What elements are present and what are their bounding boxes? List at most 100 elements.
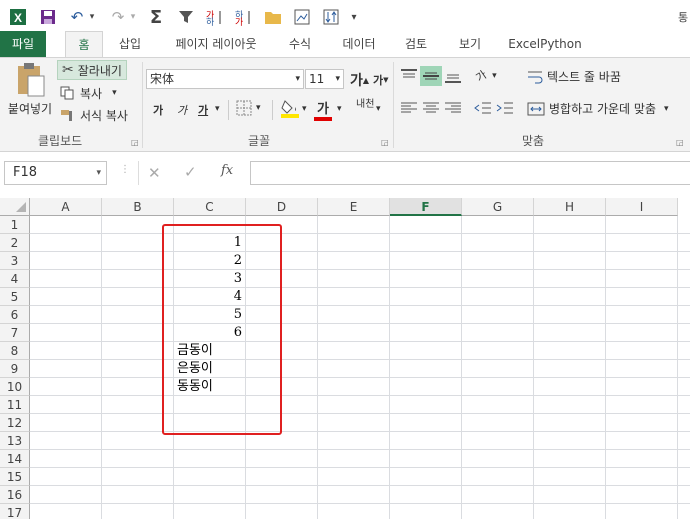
borders-button[interactable]: ▾: [236, 100, 261, 116]
row-header-4[interactable]: 4: [0, 270, 30, 288]
column-header-d[interactable]: D: [246, 198, 318, 216]
customize-qat-icon[interactable]: ▾: [348, 6, 360, 28]
sheet-row[interactable]: [30, 396, 690, 414]
row-header-15[interactable]: 15: [0, 468, 30, 486]
underline-button[interactable]: 가: [198, 102, 208, 118]
sheet-row[interactable]: [30, 432, 690, 450]
align-middle-button[interactable]: [420, 66, 442, 86]
merge-center-button[interactable]: 병합하고 가운데 맞춤 ▾: [527, 100, 669, 117]
column-header-f[interactable]: F: [390, 198, 462, 216]
align-top-button[interactable]: [400, 68, 418, 84]
filter-icon[interactable]: [175, 6, 197, 28]
increase-indent-button[interactable]: [496, 100, 514, 116]
sheet-row[interactable]: [30, 342, 690, 360]
sort-icon[interactable]: [320, 6, 342, 28]
tab-view[interactable]: 보기: [452, 31, 488, 58]
align-right-button[interactable]: [444, 100, 462, 116]
worksheet-grid[interactable]: ABCDEFGHI 1 2 3 4 5 6 7 8 9 10 11 12 13 14 15 16 17 1234…: [0, 198, 690, 519]
redo-icon[interactable]: ↷: [107, 6, 129, 28]
enter-icon[interactable]: ✓: [184, 163, 197, 181]
row-header-9[interactable]: 9: [0, 360, 30, 378]
sheet-row[interactable]: [30, 252, 690, 270]
paste-button[interactable]: 붙여넣기: [6, 62, 54, 126]
sheet-row[interactable]: [30, 378, 690, 396]
fill-dropdown-icon[interactable]: ▾: [302, 104, 307, 114]
undo-dropdown-icon[interactable]: ▾: [87, 6, 97, 28]
tab-insert[interactable]: 삽입: [112, 31, 148, 58]
clipboard-launcher-icon[interactable]: ◲: [131, 138, 139, 147]
save-icon[interactable]: [37, 6, 59, 28]
row-header-6[interactable]: 6: [0, 306, 30, 324]
column-header-g[interactable]: G: [462, 198, 534, 216]
chevron-down-icon[interactable]: ▾: [664, 104, 669, 114]
row-header-10[interactable]: 10: [0, 378, 30, 396]
row-header-2[interactable]: 2: [0, 234, 30, 252]
copy-button[interactable]: 복사 ▾: [60, 84, 117, 102]
sheet-row[interactable]: [30, 306, 690, 324]
column-header-h[interactable]: H: [534, 198, 606, 216]
row-header-8[interactable]: 8: [0, 342, 30, 360]
font-launcher-icon[interactable]: ◲: [381, 138, 389, 147]
name-box[interactable]: F18 ▾: [4, 161, 107, 185]
phonetic-dropdown-icon[interactable]: ▾: [376, 104, 381, 114]
formula-input[interactable]: [250, 161, 690, 185]
sheet-row[interactable]: [30, 234, 690, 252]
cancel-icon[interactable]: ✕: [148, 164, 161, 182]
row-header-12[interactable]: 12: [0, 414, 30, 432]
wrap-text-button[interactable]: 텍스트 줄 바꿈: [527, 68, 621, 85]
row-header-17[interactable]: 17: [0, 504, 30, 519]
column-header-i[interactable]: I: [606, 198, 678, 216]
italic-button[interactable]: 가: [177, 102, 187, 118]
column-header-e[interactable]: E: [318, 198, 390, 216]
redo-dropdown-icon[interactable]: ▾: [128, 6, 138, 28]
copy-dropdown-icon[interactable]: ▾: [112, 88, 117, 98]
tab-excelpython[interactable]: ExcelPython: [504, 31, 586, 58]
column-header-c[interactable]: C: [174, 198, 246, 216]
align-left-button[interactable]: [400, 100, 418, 116]
decrease-indent-button[interactable]: [474, 100, 492, 116]
column-header-a[interactable]: A: [30, 198, 102, 216]
sheet-row[interactable]: [30, 216, 690, 234]
tab-review[interactable]: 검토: [398, 31, 434, 58]
column-header-b[interactable]: B: [102, 198, 174, 216]
row-header-3[interactable]: 3: [0, 252, 30, 270]
font-color-button[interactable]: 가: [314, 98, 332, 121]
autosum-icon[interactable]: Σ: [145, 6, 167, 28]
align-center-button[interactable]: [422, 100, 440, 116]
open-folder-icon[interactable]: [262, 6, 284, 28]
sheet-row[interactable]: [30, 504, 690, 519]
sheet-row[interactable]: [30, 288, 690, 306]
row-header-16[interactable]: 16: [0, 486, 30, 504]
sort-descending-icon[interactable]: 하가: [232, 6, 254, 28]
insert-function-icon[interactable]: fx: [221, 163, 233, 178]
sort-ascending-icon[interactable]: 가하: [203, 6, 225, 28]
align-bottom-button[interactable]: [444, 68, 462, 84]
format-painter-button[interactable]: 서식 복사: [60, 106, 128, 124]
row-header-5[interactable]: 5: [0, 288, 30, 306]
cut-button[interactable]: ✂ 잘라내기: [57, 60, 127, 80]
grow-font-button[interactable]: 가 ▲: [350, 70, 369, 90]
fill-color-button[interactable]: [281, 98, 299, 118]
row-header-1[interactable]: 1: [0, 216, 30, 234]
tab-data[interactable]: 데이터: [336, 31, 382, 58]
orientation-button[interactable]: 가 ▾: [473, 68, 496, 84]
sheet-row[interactable]: [30, 450, 690, 468]
row-header-13[interactable]: 13: [0, 432, 30, 450]
sheet-row[interactable]: [30, 414, 690, 432]
select-all-corner[interactable]: [0, 198, 30, 216]
alignment-launcher-icon[interactable]: ◲: [676, 138, 684, 147]
tab-formulas[interactable]: 수식: [282, 31, 318, 58]
sheet-row[interactable]: [30, 324, 690, 342]
bold-button[interactable]: 가: [153, 102, 163, 118]
tab-home[interactable]: 홈: [65, 31, 103, 59]
sheet-row[interactable]: [30, 270, 690, 288]
tab-page-layout[interactable]: 페이지 레이아웃: [166, 31, 266, 58]
phonetic-button[interactable]: 내천: [356, 100, 376, 110]
picture-icon[interactable]: [291, 6, 313, 28]
font-color-dropdown-icon[interactable]: ▾: [337, 104, 342, 114]
font-name-select[interactable]: 宋体 ▾: [146, 69, 304, 89]
shrink-font-button[interactable]: 가 ▼: [373, 72, 389, 88]
sheet-row[interactable]: [30, 360, 690, 378]
underline-dropdown-icon[interactable]: ▾: [215, 104, 220, 114]
sheet-row[interactable]: [30, 468, 690, 486]
